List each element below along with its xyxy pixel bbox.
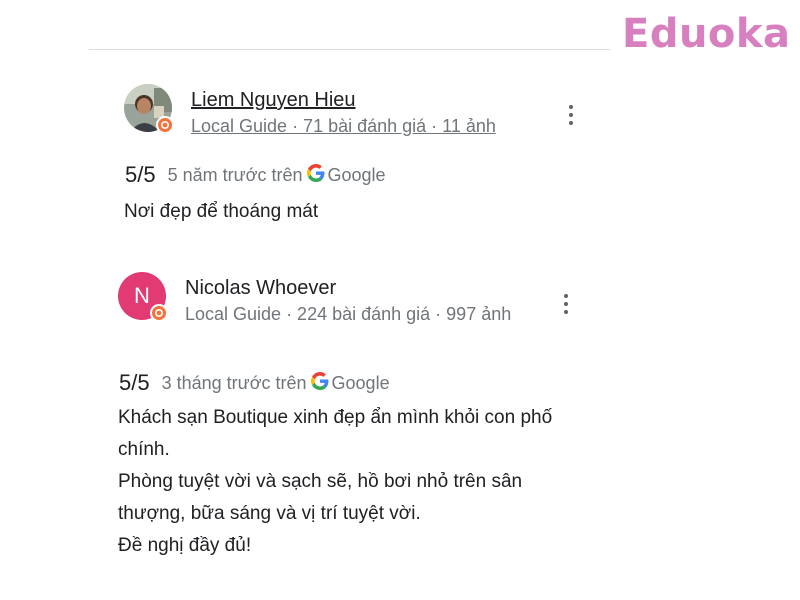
local-guide-badge-icon (156, 116, 174, 134)
rating-value: 5/5 (125, 162, 156, 187)
reviewer-name[interactable]: Liem Nguyen Hieu (191, 88, 356, 112)
review-text-line: Đề nghị đầy đủ! (118, 535, 252, 556)
local-guide-badge-icon (150, 304, 168, 322)
source-label: Google (327, 164, 386, 185)
top-divider (89, 49, 610, 50)
google-g-icon (306, 163, 325, 187)
reviewer-avatar[interactable] (124, 84, 174, 134)
source-label: Google (331, 372, 390, 393)
reviewer-meta[interactable]: Local Guide · 71 bài đánh giá · 11 ảnh (191, 114, 496, 138)
rating-row: 5/5 5 năm trước trên Google (125, 162, 386, 188)
more-vert-icon[interactable] (568, 105, 574, 125)
rating-row: 5/5 3 tháng trước trên Google (119, 370, 390, 396)
review-text-line: Phòng tuyệt vời và sạch sẽ, hồ bơi nhỏ t… (118, 471, 523, 524)
review-text: Nơi đẹp để thoáng mát (124, 196, 584, 228)
review-time: 3 tháng trước trên (161, 372, 307, 393)
review-text-line: Nơi đẹp để thoáng mát (124, 201, 319, 222)
reviewer-meta[interactable]: Local Guide · 224 bài đánh giá · 997 ảnh (185, 302, 535, 326)
google-g-icon (310, 371, 329, 395)
review-text-line: Khách sạn Boutique xinh đẹp ẩn mình khỏi… (118, 407, 553, 460)
more-vert-icon[interactable] (563, 294, 569, 314)
reviewer-avatar[interactable]: N (118, 272, 168, 322)
review-text: Khách sạn Boutique xinh đẹp ẩn mình khỏi… (118, 402, 568, 562)
eduoka-logo: Eduoka (622, 11, 791, 57)
reviewer-name[interactable]: Nicolas Whoever (185, 276, 336, 300)
review-time: 5 năm trước trên (167, 164, 303, 185)
rating-value: 5/5 (119, 370, 150, 395)
